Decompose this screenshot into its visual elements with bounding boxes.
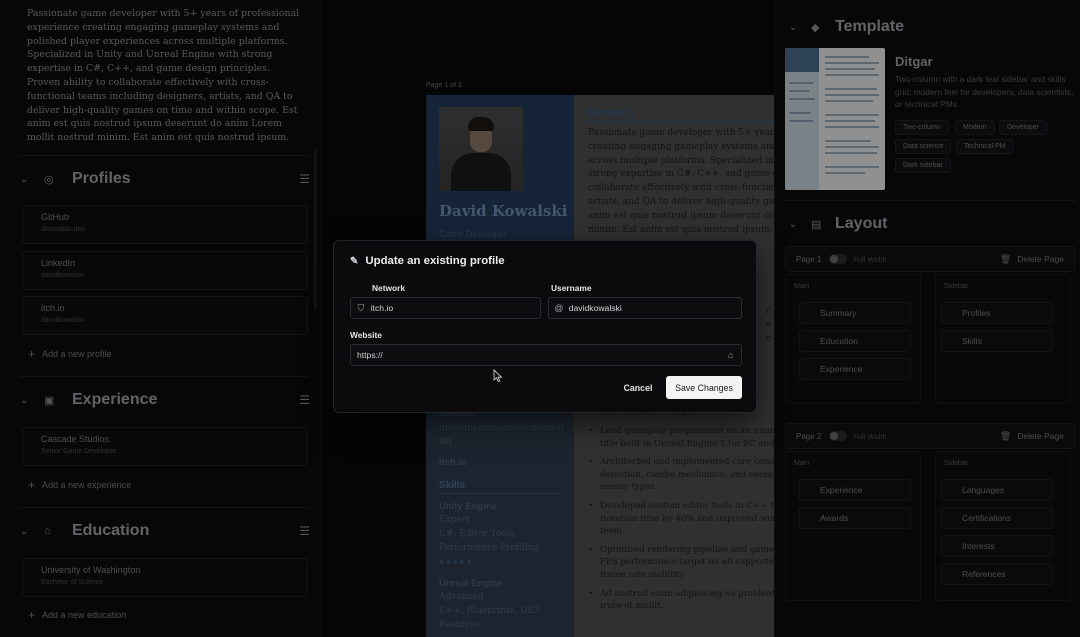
network-label: Network: [372, 283, 406, 293]
tag-icon[interactable]: ⌂: [720, 350, 741, 360]
username-input[interactable]: [568, 303, 741, 313]
dialog-title: ✎ Update an existing profile: [350, 255, 505, 267]
shield-icon: ⛉: [357, 302, 365, 313]
website-input[interactable]: [357, 350, 721, 360]
save-changes-button[interactable]: Save Changes: [666, 376, 742, 399]
dialog-title-text: Update an existing profile: [365, 255, 505, 267]
website-label: Website: [350, 330, 382, 340]
mouse-cursor-icon: [493, 369, 503, 383]
update-profile-dialog: ✎ Update an existing profile Network ⛉ U…: [333, 240, 757, 413]
network-input[interactable]: [370, 303, 540, 313]
website-field[interactable]: ⌂: [350, 344, 742, 366]
username-field[interactable]: @: [548, 297, 742, 319]
at-sign-icon: @: [554, 303, 564, 313]
cancel-button[interactable]: Cancel: [613, 377, 663, 399]
network-field[interactable]: ⛉: [350, 297, 541, 319]
username-label: Username: [551, 283, 592, 293]
pencil-icon: ✎: [350, 255, 359, 267]
